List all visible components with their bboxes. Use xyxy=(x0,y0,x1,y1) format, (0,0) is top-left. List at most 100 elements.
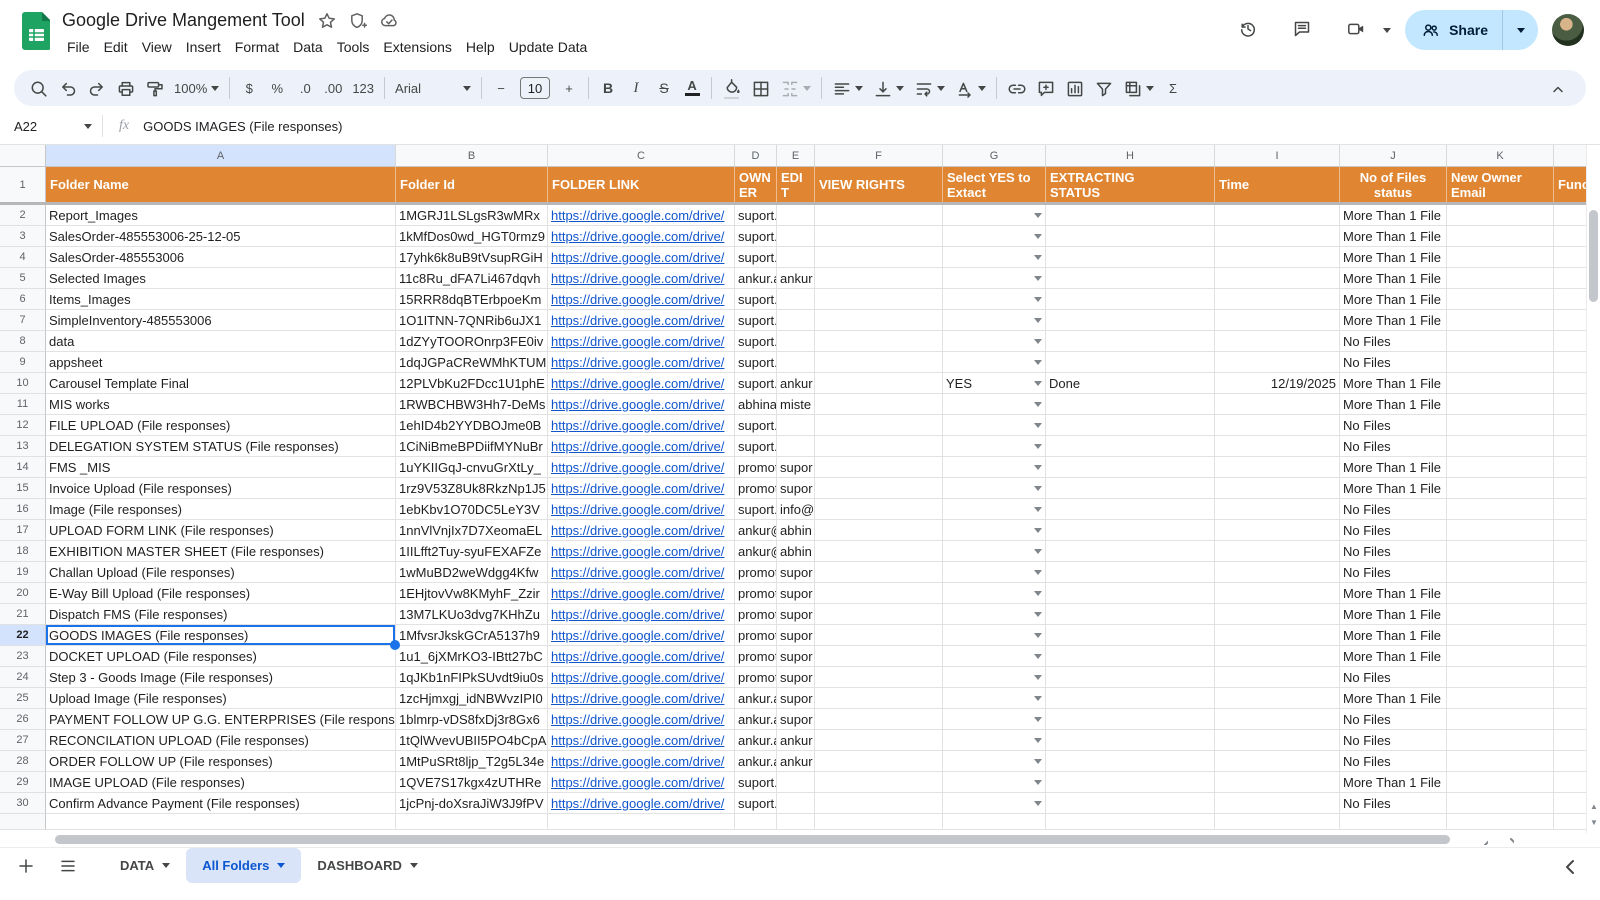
cell[interactable] xyxy=(1046,541,1215,562)
strikethrough-button[interactable]: S xyxy=(650,74,678,102)
cell[interactable] xyxy=(815,772,943,793)
cell[interactable] xyxy=(1046,751,1215,772)
menu-update-data[interactable]: Update Data xyxy=(502,36,595,58)
cell[interactable]: More Than 1 File xyxy=(1340,226,1447,247)
zoom-select[interactable]: 100% xyxy=(169,74,224,102)
cell[interactable]: No Files xyxy=(1340,331,1447,352)
cell[interactable] xyxy=(777,289,815,310)
row-header-18[interactable]: 18 xyxy=(0,541,46,562)
cell[interactable] xyxy=(1215,562,1340,583)
row-header-10[interactable]: 10 xyxy=(0,373,46,394)
cell[interactable] xyxy=(1554,436,1586,457)
folder-link[interactable]: https://drive.google.com/drive/ xyxy=(551,691,724,706)
cell[interactable]: suport. xyxy=(735,247,777,268)
cell[interactable] xyxy=(943,793,1046,814)
cell[interactable] xyxy=(943,310,1046,331)
cell[interactable] xyxy=(815,625,943,646)
cell[interactable] xyxy=(815,730,943,751)
folder-link[interactable]: https://drive.google.com/drive/ xyxy=(551,649,724,664)
cell[interactable] xyxy=(1215,541,1340,562)
cell[interactable]: More Than 1 File xyxy=(1340,646,1447,667)
cell[interactable]: More Than 1 File xyxy=(1340,457,1447,478)
cell[interactable]: RECONCILATION UPLOAD (File responses) xyxy=(46,730,396,751)
folder-link[interactable]: https://drive.google.com/drive/ xyxy=(551,628,724,643)
cell[interactable]: More Than 1 File xyxy=(1340,373,1447,394)
cell[interactable] xyxy=(1554,583,1586,604)
cell[interactable] xyxy=(1554,688,1586,709)
cell[interactable]: No Files xyxy=(1340,541,1447,562)
cell[interactable] xyxy=(1447,205,1554,226)
cell[interactable]: suport. xyxy=(735,205,777,226)
menu-data[interactable]: Data xyxy=(286,36,330,58)
cell[interactable] xyxy=(943,541,1046,562)
cell[interactable] xyxy=(777,814,815,830)
table-views-icon[interactable] xyxy=(1118,74,1159,102)
cell[interactable]: No Files xyxy=(1340,352,1447,373)
cell[interactable]: ankur xyxy=(777,268,815,289)
cell[interactable] xyxy=(1215,499,1340,520)
cell[interactable]: 1u1_6jXMrKO3-IBtt27bC xyxy=(396,646,548,667)
cell-dropdown-icon[interactable] xyxy=(1034,675,1042,680)
cell[interactable]: 1MtPuSRt8ljp_T2g5L34e xyxy=(396,751,548,772)
column-header-E[interactable]: E xyxy=(777,145,815,167)
cell[interactable]: promot xyxy=(735,604,777,625)
cell[interactable]: Report_Images xyxy=(46,205,396,226)
cell[interactable]: No Files xyxy=(1340,667,1447,688)
column-header-B[interactable]: B xyxy=(396,145,548,167)
folder-link[interactable]: https://drive.google.com/drive/ xyxy=(551,355,724,370)
select-all-corner[interactable] xyxy=(0,145,46,167)
cell[interactable]: suport. xyxy=(735,226,777,247)
cell[interactable] xyxy=(1215,478,1340,499)
horizontal-align-icon[interactable] xyxy=(827,74,868,102)
menu-tools[interactable]: Tools xyxy=(330,36,377,58)
vertical-align-icon[interactable] xyxy=(868,74,909,102)
cell[interactable] xyxy=(1554,289,1586,310)
row-header-21[interactable]: 21 xyxy=(0,604,46,625)
cell[interactable]: suport. xyxy=(735,331,777,352)
cell[interactable] xyxy=(943,688,1046,709)
cell-dropdown-icon[interactable] xyxy=(1034,549,1042,554)
cell[interactable]: DOCKET UPLOAD (File responses) xyxy=(46,646,396,667)
cell-dropdown-icon[interactable] xyxy=(1034,570,1042,575)
cell[interactable] xyxy=(1046,688,1215,709)
folder-link[interactable]: https://drive.google.com/drive/ xyxy=(551,208,724,223)
cell[interactable]: suport. xyxy=(735,793,777,814)
column-header-L[interactable]: L xyxy=(1554,145,1586,167)
cell[interactable]: UPLOAD FORM LINK (File responses) xyxy=(46,520,396,541)
cell[interactable]: info@ xyxy=(777,499,815,520)
cell[interactable]: No Files xyxy=(1340,499,1447,520)
cell[interactable]: promot xyxy=(735,583,777,604)
cell[interactable] xyxy=(1447,646,1554,667)
cell[interactable] xyxy=(1046,331,1215,352)
row-header-5[interactable]: 5 xyxy=(0,268,46,289)
cell[interactable] xyxy=(815,352,943,373)
cell[interactable] xyxy=(943,814,1046,830)
text-wrap-icon[interactable] xyxy=(909,74,950,102)
cell[interactable]: More Than 1 File xyxy=(1340,625,1447,646)
cell[interactable]: Confirm Advance Payment (File responses) xyxy=(46,793,396,814)
cell[interactable] xyxy=(777,772,815,793)
folder-link[interactable]: https://drive.google.com/drive/ xyxy=(551,607,724,622)
row-header-14[interactable]: 14 xyxy=(0,457,46,478)
cell[interactable] xyxy=(1447,520,1554,541)
cell[interactable] xyxy=(396,814,548,830)
cell[interactable] xyxy=(943,457,1046,478)
cell[interactable] xyxy=(1447,226,1554,247)
cell[interactable] xyxy=(1046,394,1215,415)
cell[interactable] xyxy=(815,289,943,310)
insert-link-icon[interactable] xyxy=(1002,74,1031,102)
row-header-17[interactable]: 17 xyxy=(0,520,46,541)
cell-dropdown-icon[interactable] xyxy=(1034,255,1042,260)
cell[interactable] xyxy=(943,646,1046,667)
cell-dropdown-icon[interactable] xyxy=(1034,318,1042,323)
cell-dropdown-icon[interactable] xyxy=(1034,780,1042,785)
cell[interactable]: suport. xyxy=(735,772,777,793)
cell[interactable] xyxy=(943,751,1046,772)
cell[interactable] xyxy=(1554,772,1586,793)
cell-dropdown-icon[interactable] xyxy=(1034,591,1042,596)
row-header-2[interactable]: 2 xyxy=(0,205,46,226)
borders-icon[interactable] xyxy=(746,74,775,102)
cell[interactable]: Done xyxy=(1046,373,1215,394)
menu-view[interactable]: View xyxy=(135,36,179,58)
all-sheets-menu-icon[interactable] xyxy=(50,849,84,883)
